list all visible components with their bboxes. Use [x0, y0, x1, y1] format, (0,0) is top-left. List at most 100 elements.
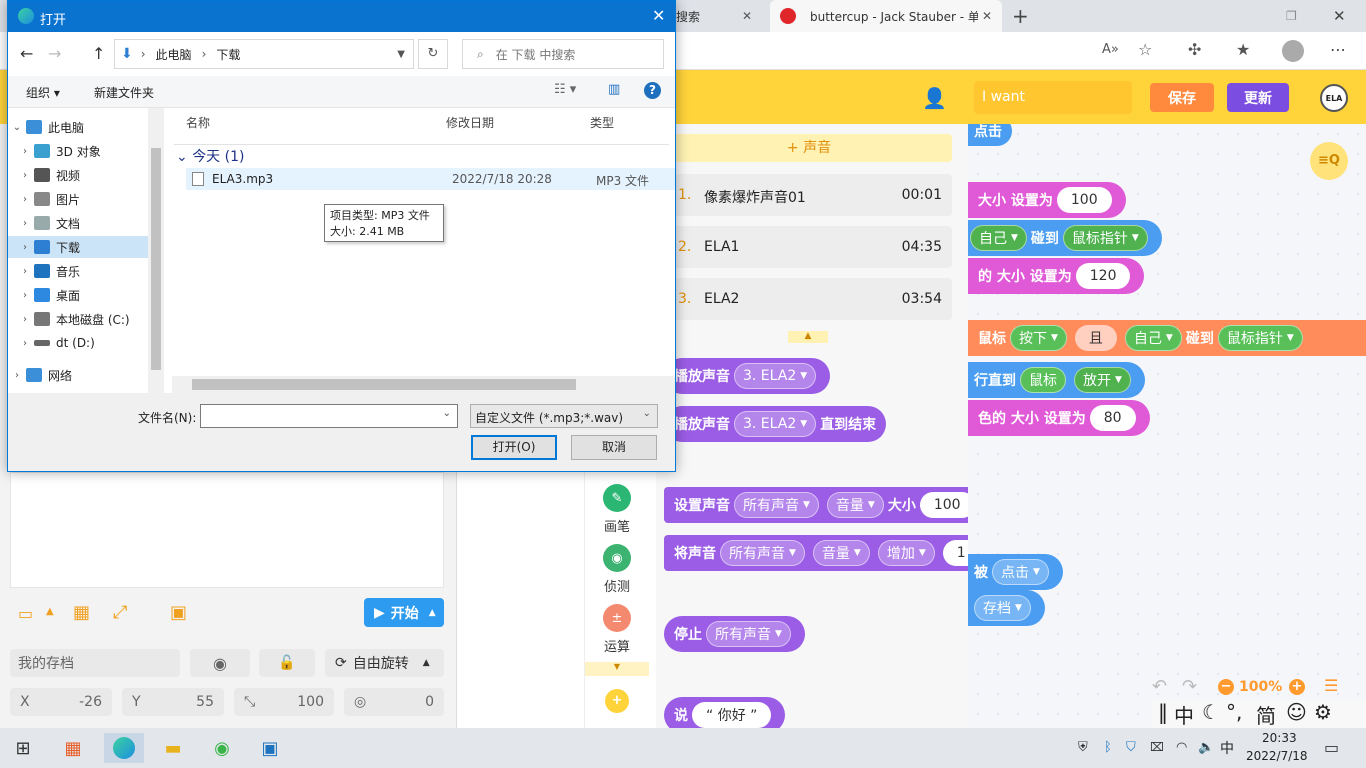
sound-item[interactable]: 3. ELA2 03:54	[666, 278, 952, 320]
group-today[interactable]: ⌄ 今天 (1)	[176, 146, 244, 166]
tree-item-music[interactable]: › 音乐	[8, 260, 148, 282]
back-icon[interactable]: ←	[20, 44, 33, 63]
tree-item-3d-objects[interactable]: › 3D 对象	[8, 140, 148, 162]
grid-icon[interactable]: ▦	[73, 602, 90, 623]
chevron-down-icon[interactable]: ▼	[585, 662, 649, 676]
green-app-icon[interactable]: ◉	[207, 733, 237, 763]
search-input[interactable]: ⌕ 在 下载 中搜索	[462, 39, 664, 69]
restore-window-icon[interactable]: ❐	[1286, 0, 1297, 32]
redo-icon[interactable]: ↷	[1182, 676, 1197, 697]
archive-select[interactable]: 存档 ▼	[974, 595, 1031, 621]
category-pen[interactable]: ✎ 画笔	[585, 484, 649, 535]
store-icon[interactable]: ▦	[58, 733, 88, 763]
chevron-up-icon[interactable]: ▲	[429, 608, 436, 618]
self-select[interactable]: 自己 ▼	[970, 225, 1027, 251]
sound-item[interactable]: 1. 像素爆炸声音01 00:01	[666, 174, 952, 216]
add-favorite-icon[interactable]: ☆	[1138, 40, 1152, 59]
column-header-date[interactable]: 修改日期	[446, 114, 494, 131]
file-row[interactable]: ELA3.mp3 2022/7/18 20:28 MP3 文件	[186, 168, 675, 190]
eye-icon[interactable]: ◉	[190, 649, 250, 677]
read-aloud-icon[interactable]: A»	[1102, 42, 1119, 57]
ime-simplified[interactable]: 简	[1256, 700, 1276, 729]
archive-block[interactable]: 存档 ▼	[968, 590, 1045, 626]
extensions-icon[interactable]: ✣	[1188, 40, 1201, 59]
value-input[interactable]: 120	[1075, 263, 1131, 289]
tree-item-downloads[interactable]: › 下载	[8, 236, 148, 258]
breadcrumb-downloads[interactable]: 下载	[216, 46, 240, 63]
stage-canvas[interactable]	[10, 472, 444, 588]
tree-item-drive-c[interactable]: › 本地磁盘 (C:)	[8, 308, 148, 330]
chevron-down-icon[interactable]: ▼	[397, 49, 405, 60]
ime-indicator[interactable]: 中	[1220, 738, 1234, 758]
add-user-icon[interactable]: 👤	[922, 86, 950, 110]
mouse-condition[interactable]: 鼠标	[1020, 367, 1066, 393]
windows-start-icon[interactable]: ⊞	[8, 733, 38, 763]
update-button[interactable]: 更新	[1227, 83, 1289, 112]
tree-scrollbar[interactable]	[148, 108, 164, 393]
target-select[interactable]: 鼠标指针 ▼	[1217, 325, 1303, 351]
size-field[interactable]: ⤡ 100	[234, 688, 334, 716]
arrange-icon[interactable]: ☰	[1324, 676, 1338, 695]
avatar[interactable]: ELA	[1320, 84, 1348, 112]
self-select[interactable]: 自己 ▼	[1124, 325, 1182, 351]
target-select[interactable]: 所有声音 ▼	[734, 492, 819, 518]
my-archive-field[interactable]: 我的存档	[10, 649, 180, 677]
defender-icon[interactable]: ⛉	[1126, 740, 1136, 755]
set-sound-effect-block[interactable]: 设置声音 所有声音 ▼ 音量 ▼ 大小 100	[664, 487, 968, 523]
close-icon[interactable]: ✕	[982, 9, 992, 23]
x-position-field[interactable]: X -26	[10, 688, 112, 716]
cancel-button[interactable]: 取消	[571, 435, 657, 460]
volume-icon[interactable]: 🔈	[1198, 740, 1214, 755]
set-size-block[interactable]: 大小 设置为 100	[968, 182, 1126, 218]
breadcrumb-this-pc[interactable]: 此电脑	[156, 46, 192, 63]
new-folder-button[interactable]: 新建文件夹	[94, 84, 154, 101]
tree-item-network[interactable]: › 网络	[8, 364, 148, 386]
and-condition-block[interactable]: 鼠标 按下 ▼ 且 自己 ▼ 碰到 鼠标指针 ▼	[968, 320, 1366, 356]
value-input[interactable]: 1	[942, 540, 968, 566]
bluetooth-icon[interactable]: ᛒ	[1104, 740, 1112, 755]
mouse-action-select[interactable]: 按下 ▼	[1010, 325, 1067, 351]
column-header-type[interactable]: 类型	[590, 114, 614, 131]
stage-size-icon[interactable]: ▭	[18, 604, 33, 623]
view-options-icon[interactable]: ☷ ▾	[554, 82, 576, 97]
category-sensing[interactable]: ◉ 侦测	[585, 544, 649, 595]
touch-condition-block[interactable]: 自己 ▼ 碰到 鼠标指针 ▼	[968, 220, 1162, 256]
new-tab-button[interactable]: +	[1012, 0, 1034, 32]
sound-item[interactable]: 2. ELA1 04:35	[666, 226, 952, 268]
add-sound-button[interactable]: + 声音	[666, 134, 952, 162]
lock-icon[interactable]: 🔓	[259, 649, 315, 677]
preview-pane-icon[interactable]: ▥	[608, 82, 620, 97]
video-icon[interactable]: ▣	[170, 602, 187, 623]
chevron-down-icon[interactable]: ⌄	[443, 408, 451, 419]
effect-select[interactable]: 音量 ▼	[826, 492, 884, 518]
chevron-up-icon[interactable]: ▲	[788, 331, 828, 343]
fullscreen-icon[interactable]: ⤢	[113, 602, 127, 623]
more-menu-icon[interactable]: ⋯	[1330, 40, 1346, 59]
rotation-mode-select[interactable]: ⟳ 自由旋转 ▲	[325, 649, 444, 677]
say-text-input[interactable]: “ 你好 ”	[692, 702, 772, 728]
search-input[interactable]: I want	[974, 81, 1132, 114]
add-extension-icon[interactable]: +	[605, 689, 629, 713]
forward-icon[interactable]: →	[48, 44, 61, 63]
file-type-select[interactable]: 自定义文件 (*.mp3;*.wav) ⌄	[470, 404, 658, 428]
direction-field[interactable]: ◎ 0	[344, 688, 444, 716]
say-block[interactable]: 说 “ 你好 ”	[664, 697, 786, 730]
tree-item-documents[interactable]: › 文档	[8, 212, 148, 234]
tree-item-this-pc[interactable]: ⌄ 此电脑	[8, 116, 148, 138]
notification-icon[interactable]: ▭	[1324, 738, 1339, 757]
close-icon[interactable]: ✕	[652, 6, 665, 25]
undo-icon[interactable]: ↶	[1152, 676, 1167, 697]
horizontal-scrollbar[interactable]	[172, 376, 675, 393]
network-status-icon[interactable]: ⌧	[1150, 740, 1164, 754]
set-size-block[interactable]: 的 大小 设置为 120	[968, 258, 1145, 294]
favorites-icon[interactable]: ★	[1236, 40, 1250, 59]
start-button[interactable]: ▶ 开始 ▲	[364, 598, 444, 627]
punctuation-icon[interactable]: °,	[1226, 700, 1242, 724]
browser-tab-search[interactable]: 搜索 ✕	[670, 0, 770, 32]
play-sound-block[interactable]: 播放声音 3. ELA2 ▼	[664, 358, 831, 394]
mouse-action-select[interactable]: 放开 ▼	[1074, 367, 1131, 393]
sound-select[interactable]: 3. ELA2 ▼	[734, 411, 817, 437]
close-icon[interactable]: ✕	[742, 9, 752, 23]
filename-input[interactable]: ⌄	[200, 404, 458, 428]
value-input[interactable]: 80	[1089, 405, 1136, 431]
